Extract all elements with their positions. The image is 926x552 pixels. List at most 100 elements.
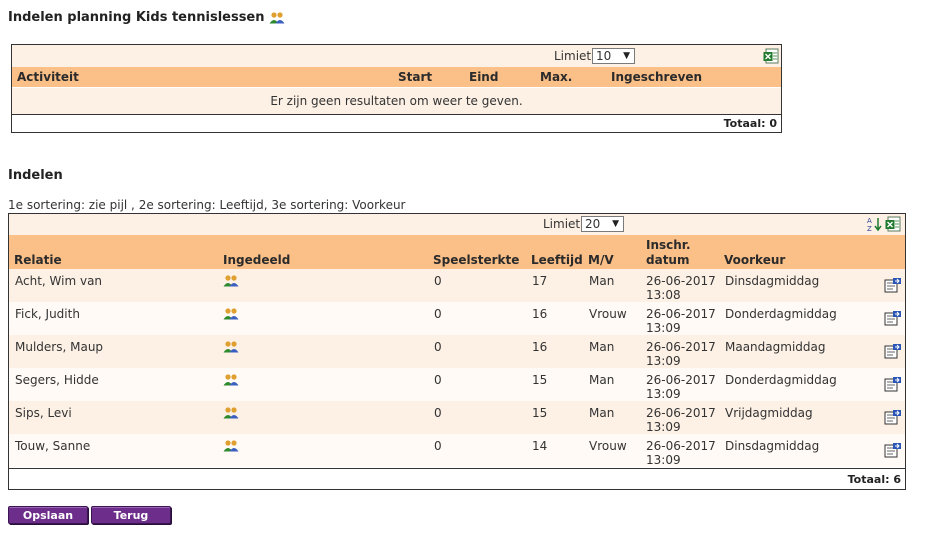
limiet-select-value: 20: [585, 217, 601, 231]
cell-speelsterkte: 0: [434, 406, 442, 420]
table-row: Acht, Wim van 0 17 Man Dinsdagmiddag 26-06-20…: [9, 269, 905, 302]
svg-text:Z: Z: [867, 225, 872, 232]
cell-mv: Man: [589, 340, 615, 354]
cell-speelsterkte: 0: [434, 307, 442, 321]
limiet-label: Limiet: [554, 49, 592, 63]
cell-inschr-tijd: 13:09: [646, 387, 681, 401]
cell-mv: Vrouw: [589, 307, 627, 321]
cell-speelsterkte: 0: [434, 373, 442, 387]
save-button[interactable]: Opslaan: [8, 506, 88, 524]
page-title: Indelen planning Kids tennislessen: [8, 10, 285, 25]
cell-mv: Man: [589, 406, 615, 420]
users-icon[interactable]: [223, 440, 239, 452]
edit-assign-icon[interactable]: [884, 310, 902, 326]
table-row: Segers, Hidde 0 15 Man Donderdagmiddag 26-06-…: [9, 368, 905, 401]
page-title-text: Indelen planning Kids tennislessen: [8, 10, 265, 25]
users-icon[interactable]: [223, 407, 239, 419]
users-icon[interactable]: [223, 308, 239, 320]
cell-leeftijd: 17: [532, 274, 548, 288]
cell-voorkeur: Donderdagmiddag: [725, 307, 837, 321]
cell-inschr-tijd: 13:09: [646, 420, 681, 434]
col-inschr-line1[interactable]: Inschr.: [646, 238, 691, 252]
cell-leeftijd: 16: [532, 340, 548, 354]
cell-leeftijd: 15: [532, 406, 548, 420]
edit-assign-icon[interactable]: [884, 277, 902, 293]
users-icon[interactable]: [223, 275, 239, 287]
activities-total: Totaal: 0: [723, 117, 777, 130]
cell-inschr-tijd: 13:08: [646, 288, 681, 302]
divider: [9, 468, 905, 469]
cell-speelsterkte: 0: [434, 274, 442, 288]
sort-az-icon[interactable]: AZ: [867, 216, 883, 233]
cell-relatie: Segers, Hidde: [15, 373, 99, 387]
limiet-select-value: 10: [596, 49, 612, 63]
cell-inschr-tijd: 13:09: [646, 321, 681, 335]
cell-mv: Man: [589, 274, 615, 288]
edit-assign-icon[interactable]: [884, 442, 902, 458]
cell-inschr-datum: 26-06-2017: [646, 307, 716, 321]
cell-relatie: Fick, Judith: [15, 307, 80, 321]
cell-relatie: Touw, Sanne: [15, 439, 91, 453]
users-icon: [269, 11, 285, 24]
cell-voorkeur: Vrijdagmiddag: [725, 406, 813, 420]
cell-relatie: Mulders, Maup: [15, 340, 104, 354]
edit-assign-icon[interactable]: [884, 376, 902, 392]
cell-inschr-tijd: 13:09: [646, 453, 681, 467]
cell-voorkeur: Maandagmiddag: [725, 340, 826, 354]
col-relatie[interactable]: Relatie: [14, 253, 62, 267]
table-row: Mulders, Maup 0 16 Man Maandagmiddag 26-06-20…: [9, 335, 905, 368]
col-ingedeeld[interactable]: Ingedeeld: [223, 253, 290, 267]
empty-message: Er zijn geen resultaten om weer te geven…: [12, 88, 781, 115]
col-ingeschreven[interactable]: Ingeschreven: [611, 67, 702, 87]
table-row: Sips, Levi 0 15 Man Vrijdagmiddag 26-06-2017 1…: [9, 401, 905, 434]
col-eind[interactable]: Eind: [469, 67, 498, 87]
limiet-select[interactable]: 10 ▼: [592, 48, 635, 64]
cell-relatie: Sips, Levi: [15, 406, 72, 420]
edit-assign-icon[interactable]: [884, 343, 902, 359]
col-activiteit[interactable]: Activiteit: [17, 67, 79, 87]
cell-speelsterkte: 0: [434, 340, 442, 354]
section-title-indelen: Indelen: [8, 168, 63, 183]
col-leeftijd[interactable]: Leeftijd: [531, 253, 583, 267]
cell-inschr-datum: 26-06-2017: [646, 406, 716, 420]
svg-text:A: A: [867, 217, 872, 225]
table-row: Touw, Sanne 0 14 Vrouw Dinsdagmiddag 26-06-20…: [9, 434, 905, 467]
indelen-header: Relatie Ingedeeld Speelsterkte Leeftijd …: [9, 235, 905, 269]
back-button[interactable]: Terug: [91, 506, 171, 524]
cell-mv: Man: [589, 373, 615, 387]
col-speelsterkte[interactable]: Speelsterkte: [433, 253, 519, 267]
col-mv[interactable]: M/V: [588, 253, 614, 267]
indelen-total: Totaal: 6: [847, 473, 901, 486]
edit-assign-icon[interactable]: [884, 409, 902, 425]
indelen-toolbar: Limiet 20 ▼ AZ: [9, 214, 905, 235]
col-start[interactable]: Start: [398, 67, 432, 87]
cell-voorkeur: Dinsdagmiddag: [725, 274, 820, 288]
col-max[interactable]: Max.: [540, 67, 572, 87]
table-row: Fick, Judith 0 16 Vrouw Donderdagmiddag 26-06…: [9, 302, 905, 335]
chevron-down-icon: ▼: [612, 219, 619, 229]
users-icon[interactable]: [223, 341, 239, 353]
cell-mv: Vrouw: [589, 439, 627, 453]
users-icon[interactable]: [223, 374, 239, 386]
activities-table: Limiet 10 ▼ Activiteit Start Eind Max. I…: [11, 44, 782, 133]
cell-speelsterkte: 0: [434, 439, 442, 453]
cell-voorkeur: Dinsdagmiddag: [725, 439, 820, 453]
cell-inschr-datum: 26-06-2017: [646, 340, 716, 354]
sort-note: 1e sortering: zie pijl , 2e sortering: L…: [8, 198, 406, 212]
excel-export-icon[interactable]: [763, 48, 779, 64]
cell-inschr-datum: 26-06-2017: [646, 439, 716, 453]
cell-leeftijd: 16: [532, 307, 548, 321]
limiet-select[interactable]: 20 ▼: [581, 216, 624, 232]
indelen-table: Limiet 20 ▼ AZ Relatie Ingedeeld Speelst…: [8, 213, 906, 490]
cell-relatie: Acht, Wim van: [15, 274, 103, 288]
cell-inschr-tijd: 13:09: [646, 354, 681, 368]
chevron-down-icon: ▼: [623, 51, 630, 61]
activities-header: Activiteit Start Eind Max. Ingeschreven: [12, 67, 781, 87]
cell-leeftijd: 14: [532, 439, 548, 453]
cell-leeftijd: 15: [532, 373, 548, 387]
cell-inschr-datum: 26-06-2017: [646, 274, 716, 288]
limiet-label: Limiet: [543, 217, 581, 231]
col-inschr-line2[interactable]: datum: [646, 253, 689, 267]
col-voorkeur[interactable]: Voorkeur: [724, 253, 785, 267]
excel-export-icon[interactable]: [885, 216, 901, 232]
